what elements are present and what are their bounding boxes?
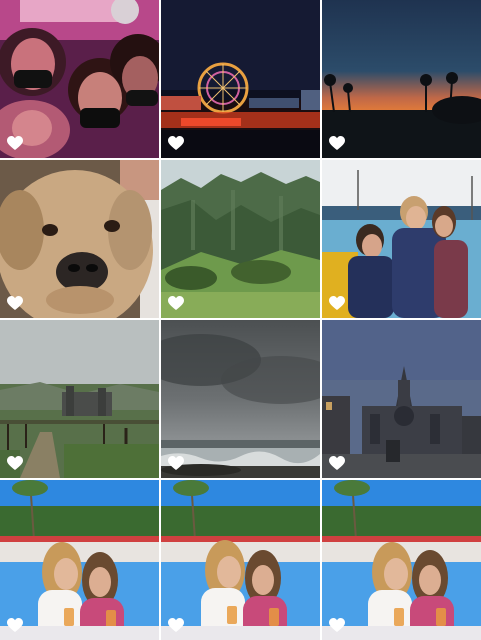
photo-friends-cafe <box>161 480 320 640</box>
photo-friends-pool <box>322 160 481 318</box>
photo-thumbnail[interactable] <box>161 320 320 478</box>
photo-thumbnail[interactable] <box>161 480 320 640</box>
heart-icon[interactable] <box>7 456 23 471</box>
photo-cathedral <box>322 320 481 478</box>
photo-dog <box>0 160 159 318</box>
photo-mountains <box>161 160 320 318</box>
photo-thumbnail[interactable] <box>322 160 481 318</box>
heart-icon[interactable] <box>168 456 184 471</box>
photo-thumbnail[interactable] <box>0 480 159 640</box>
photo-thumbnail[interactable] <box>322 0 481 158</box>
photo-selfie-masks <box>0 0 159 158</box>
photo-grid <box>0 0 481 640</box>
heart-icon[interactable] <box>329 296 345 311</box>
photo-stormy-sea <box>161 320 320 478</box>
photo-thumbnail[interactable] <box>161 160 320 318</box>
photo-thumbnail[interactable] <box>161 0 320 158</box>
heart-icon[interactable] <box>329 456 345 471</box>
heart-icon[interactable] <box>168 296 184 311</box>
heart-icon[interactable] <box>329 618 345 633</box>
photo-palm-sunset <box>322 0 481 158</box>
heart-icon[interactable] <box>329 136 345 151</box>
photo-thumbnail[interactable] <box>0 320 159 478</box>
photo-thumbnail[interactable] <box>0 0 159 158</box>
photo-friends-cafe <box>0 480 159 640</box>
photo-friends-cafe <box>322 480 481 640</box>
heart-icon[interactable] <box>7 136 23 151</box>
heart-icon[interactable] <box>168 618 184 633</box>
heart-icon[interactable] <box>7 296 23 311</box>
photo-thumbnail[interactable] <box>322 320 481 478</box>
heart-icon[interactable] <box>7 618 23 633</box>
heart-icon[interactable] <box>168 136 184 151</box>
photo-ferris-wheel <box>161 0 320 158</box>
photo-thumbnail[interactable] <box>0 160 159 318</box>
photo-thumbnail[interactable] <box>322 480 481 640</box>
photo-castle <box>0 320 159 478</box>
